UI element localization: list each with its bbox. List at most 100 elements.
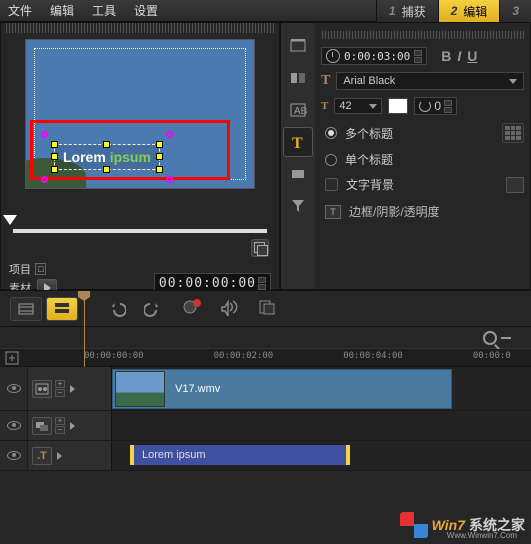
bold-button[interactable]: B <box>441 48 451 64</box>
timeline-view-button[interactable] <box>46 297 78 321</box>
video-track-icon <box>32 380 52 398</box>
panel-grip[interactable] <box>5 23 275 33</box>
resize-handle[interactable] <box>103 141 110 148</box>
italic-button[interactable]: I <box>457 48 461 64</box>
title-track-icon: .T <box>32 447 52 465</box>
duration-spinner[interactable] <box>414 50 422 63</box>
menu-file[interactable]: 文件 <box>8 2 32 19</box>
eye-icon[interactable] <box>7 451 21 460</box>
duration-field[interactable]: 0:00:03:00 <box>321 47 427 65</box>
title-word-2: ipsum <box>110 149 151 165</box>
scrub-playhead[interactable] <box>3 215 17 225</box>
chevron-right-icon[interactable] <box>57 452 62 460</box>
eye-icon[interactable] <box>7 421 21 430</box>
rotation-field[interactable]: 0 <box>414 97 457 115</box>
title-text-object[interactable]: Lorem ipsum <box>54 144 160 170</box>
svg-text:AB: AB <box>294 106 307 117</box>
scrub-bar[interactable] <box>13 229 267 233</box>
storyboard-view-button[interactable] <box>10 297 42 321</box>
dropdown-icon <box>509 79 517 84</box>
timecode-value: 00:00:00:00 <box>159 276 256 291</box>
resize-handle[interactable] <box>51 153 58 160</box>
bg-settings-button[interactable] <box>506 177 524 193</box>
tab-transition[interactable] <box>283 63 313 93</box>
zoom-controls <box>0 327 531 349</box>
link-border-shadow[interactable]: 边框/阴影/透明度 <box>349 203 440 220</box>
border-icon: T <box>325 205 341 219</box>
resize-handle[interactable] <box>156 141 163 148</box>
ruler-tick: 00:00:00:00 <box>84 351 144 361</box>
redo-button[interactable] <box>144 300 162 318</box>
preview-viewport[interactable]: Lorem ipsum <box>25 39 255 189</box>
menu-edit[interactable]: 编辑 <box>50 2 74 19</box>
font-icon: T <box>321 73 330 89</box>
title-properties: 0:00:03:00 B I U T Arial Black T <box>315 23 530 289</box>
project-label[interactable]: 项目 <box>9 261 31 277</box>
tab-media[interactable] <box>283 31 313 61</box>
track-add-remove[interactable]: +− <box>55 417 65 434</box>
tab-graphic[interactable] <box>283 159 313 189</box>
resize-handle[interactable] <box>51 166 58 173</box>
audio-mixer-button[interactable] <box>220 298 240 316</box>
video-clip[interactable]: V17.wmv <box>112 369 452 409</box>
chevron-right-icon[interactable] <box>70 385 75 393</box>
tab-title-edit[interactable]: T <box>283 127 313 157</box>
ruler-tick: 00:00:02:00 <box>214 351 274 361</box>
title-clip-label: Lorem ipsum <box>142 449 206 461</box>
step-edit[interactable]: 2编辑 <box>438 0 500 22</box>
radio-multiple-titles[interactable] <box>325 127 337 139</box>
size-icon: T <box>321 100 328 112</box>
duration-value: 0:00:03:00 <box>344 50 410 63</box>
resize-handle[interactable] <box>51 141 58 148</box>
undo-button[interactable] <box>108 300 126 318</box>
tab-title-style[interactable]: AB <box>283 95 313 125</box>
title-clip[interactable]: Lorem ipsum <box>130 445 350 465</box>
panel-grip[interactable] <box>321 31 524 39</box>
chevron-right-icon[interactable] <box>70 422 75 430</box>
menu-tools[interactable]: 工具 <box>92 2 116 19</box>
resize-handle[interactable] <box>156 153 163 160</box>
eye-icon[interactable] <box>7 384 21 393</box>
record-button[interactable] <box>182 298 202 319</box>
checkbox-text-background[interactable] <box>325 178 338 191</box>
title-track: .T Lorem ipsum <box>0 441 531 471</box>
clip-filename: V17.wmv <box>175 383 220 395</box>
resize-handle[interactable] <box>156 166 163 173</box>
rotate-handle[interactable] <box>41 176 48 183</box>
overlay-track: +− <box>0 411 531 441</box>
svg-text:T: T <box>292 135 303 151</box>
tab-filter[interactable] <box>283 191 313 221</box>
zoom-out-button[interactable] <box>501 337 511 339</box>
zoom-icon[interactable] <box>483 331 497 345</box>
font-size-select[interactable]: 42 <box>334 98 382 114</box>
rotate-handle[interactable] <box>166 176 173 183</box>
enlarge-preview-button[interactable] <box>251 239 269 257</box>
side-tab-strip: AB T <box>281 23 315 289</box>
step-share[interactable]: 3 <box>499 0 531 22</box>
font-color-picker[interactable] <box>388 98 408 114</box>
dropdown-icon <box>369 104 377 109</box>
rotation-spinner[interactable] <box>444 100 452 113</box>
underline-button[interactable]: U <box>467 48 477 64</box>
timecode-spinner[interactable] <box>258 277 266 290</box>
resize-handle[interactable] <box>103 166 110 173</box>
ruler-tick: 00:00:0 <box>473 351 511 361</box>
expand-tracks-button[interactable] <box>2 349 22 367</box>
watermark: Win7 系统之家 Www.Winwin7.Com <box>400 512 525 538</box>
radio-single-title[interactable] <box>325 154 337 166</box>
rotate-handle[interactable] <box>41 131 48 138</box>
track-add-remove[interactable]: +− <box>55 380 65 397</box>
font-family-select[interactable]: Arial Black <box>336 72 524 90</box>
ruler-tick: 00:00:04:00 <box>343 351 403 361</box>
step-capture[interactable]: 1捕获 <box>376 0 438 22</box>
tracks: +− V17.wmv +− .T <box>0 367 531 471</box>
alignment-grid-button[interactable] <box>502 123 524 143</box>
menu-settings[interactable]: 设置 <box>134 2 158 19</box>
batch-convert-button[interactable] <box>258 298 278 316</box>
expand-icon[interactable]: □ <box>35 263 46 275</box>
overlay-track-icon <box>32 417 52 435</box>
rotate-handle[interactable] <box>166 131 173 138</box>
font-value: Arial Black <box>343 75 395 87</box>
workflow-steps: 1捕获 2编辑 3 <box>376 0 531 22</box>
timeline-ruler[interactable]: 00:00:00:00 00:00:02:00 00:00:04:00 00:0… <box>0 349 531 367</box>
